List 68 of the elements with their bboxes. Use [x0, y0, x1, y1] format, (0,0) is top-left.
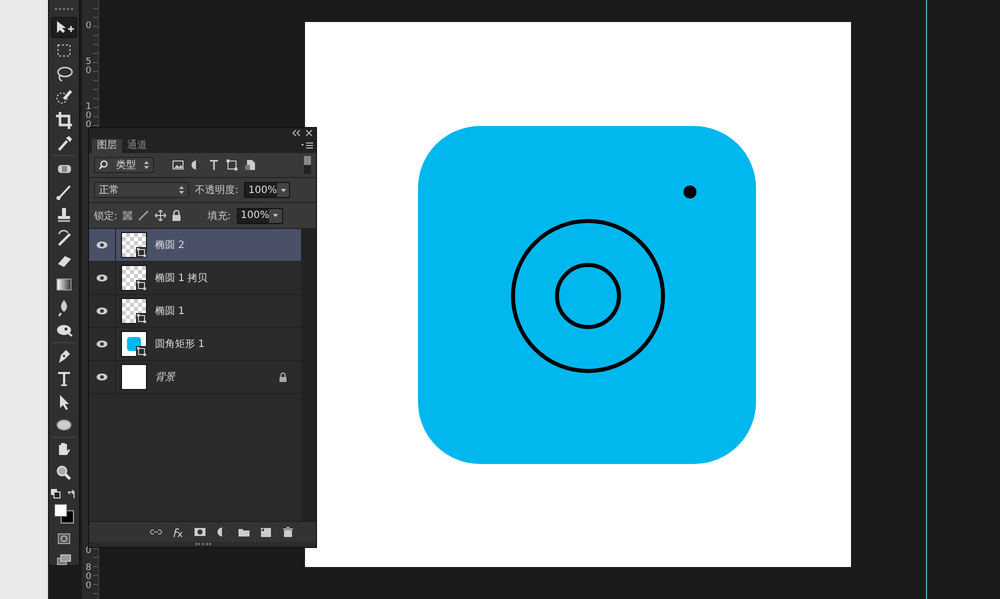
- opacity-field[interactable]: 100%: [244, 182, 290, 198]
- layer-row[interactable]: 椭圆 1: [89, 295, 301, 328]
- mask-icon[interactable]: [194, 526, 206, 538]
- lock-label: 锁定:: [94, 210, 118, 222]
- search-icon: [99, 160, 108, 170]
- updown-caret-icon: [144, 161, 149, 169]
- scrollbar-track[interactable]: [301, 229, 316, 521]
- eye-icon[interactable]: [96, 373, 108, 381]
- updown-caret-icon: [179, 186, 184, 194]
- swap-arrows-icon[interactable]: [67, 488, 77, 499]
- layer-thumbnail: [121, 364, 147, 390]
- close-icon[interactable]: [306, 130, 312, 136]
- new-layer-icon[interactable]: [260, 526, 272, 538]
- brush-lock-icon[interactable]: [138, 210, 150, 221]
- layer-name: 圆角矩形 1: [155, 338, 206, 351]
- trash-icon[interactable]: [282, 526, 294, 538]
- panel-menu-icon[interactable]: [301, 142, 313, 149]
- ruler-label: 50: [85, 58, 92, 76]
- layer-row[interactable]: 背景: [89, 361, 301, 394]
- vector-mask-badge-icon: [136, 280, 147, 291]
- opacity-label: 不透明度:: [195, 184, 238, 197]
- ruler-label: 100: [85, 103, 92, 130]
- panel-tab[interactable]: 通道: [122, 139, 152, 153]
- panel-tab[interactable]: 图层: [92, 139, 122, 153]
- blend-mode-dropdown[interactable]: 正常: [94, 182, 189, 198]
- layer-name: 椭圆 1: [155, 304, 186, 318]
- vector-mask-badge-icon: [136, 313, 147, 324]
- quick-mask-icon[interactable]: [56, 533, 72, 545]
- type-filter-icon[interactable]: [208, 159, 220, 171]
- folder-icon[interactable]: [238, 526, 250, 538]
- move-lock-icon[interactable]: [155, 210, 166, 221]
- default-colors-icon[interactable]: [51, 488, 61, 499]
- vector-mask-badge-icon: [136, 346, 147, 357]
- collapse-icon[interactable]: [292, 130, 300, 136]
- eye-icon[interactable]: [96, 307, 108, 315]
- ruler-label: 800: [85, 564, 92, 591]
- adjustment-icon[interactable]: [216, 526, 228, 538]
- checkerboard-lock-icon[interactable]: [123, 211, 132, 220]
- layer-row[interactable]: 圆角矩形 1: [89, 328, 301, 361]
- filter-value: 类型: [116, 158, 136, 172]
- ruler-label: 0: [85, 22, 92, 31]
- screen-mode-icon[interactable]: [55, 554, 73, 565]
- adjustment-filter-icon[interactable]: [190, 159, 202, 171]
- fill-field[interactable]: 100%: [236, 208, 283, 224]
- color-swatches-icon[interactable]: [51, 502, 77, 524]
- tool-button[interactable]: [51, 17, 77, 38]
- layer-row[interactable]: 椭圆 1 拷贝: [89, 262, 301, 295]
- eye-icon[interactable]: [96, 340, 108, 348]
- lock-icon[interactable]: [172, 210, 182, 221]
- dropdown-caret-icon: [280, 188, 286, 192]
- layer-row[interactable]: 椭圆 2: [89, 229, 301, 262]
- filter-toggle-icon[interactable]: [304, 156, 311, 174]
- image-filter-icon[interactable]: [172, 159, 184, 171]
- eye-icon[interactable]: [96, 274, 108, 282]
- crop-icon: [54, 110, 74, 130]
- blend-mode-value: 正常: [99, 184, 119, 197]
- dropdown-caret-icon: [273, 214, 278, 217]
- smart-object-filter-icon[interactable]: [244, 159, 256, 171]
- layer-name: 背景: [155, 370, 177, 384]
- link-icon[interactable]: [150, 526, 162, 538]
- vector-mask-badge-icon: [136, 247, 147, 258]
- effects-icon[interactable]: [172, 526, 184, 538]
- shape-filter-icon[interactable]: [226, 159, 238, 171]
- filter-dropdown[interactable]: 类型: [94, 157, 154, 173]
- fill-label: 填充:: [207, 210, 231, 222]
- eye-icon[interactable]: [96, 241, 108, 249]
- layer-name: 椭圆 1 拷贝: [155, 272, 209, 285]
- layer-name: 椭圆 2: [155, 238, 186, 252]
